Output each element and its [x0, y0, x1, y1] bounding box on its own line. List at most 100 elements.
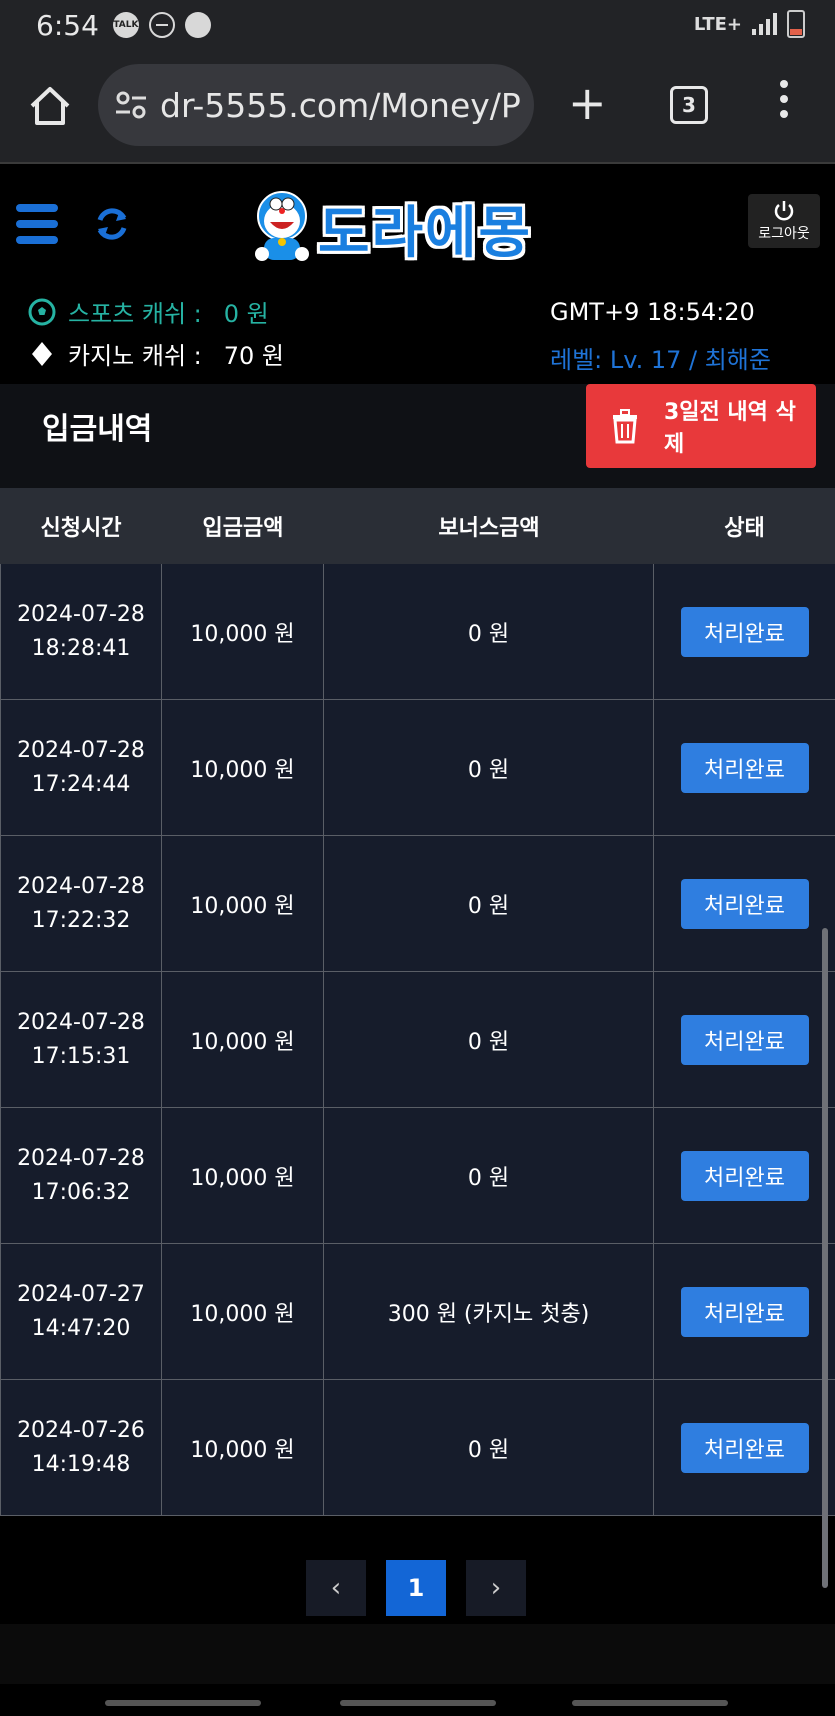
status-cell: 처리완료 — [654, 700, 835, 835]
battery-icon — [787, 10, 805, 38]
deposit-amount-cell: 10,000 원 — [162, 1380, 324, 1515]
table-row: 2024-07-28 17:24:44 10,000 원 0 원 처리완료 — [0, 700, 835, 836]
power-icon — [774, 201, 794, 221]
request-date: 2024-07-28 — [17, 1145, 145, 1171]
bonus-amount-cell: 0 원 — [324, 1380, 654, 1515]
casino-cash-value: 70 원 — [223, 342, 284, 370]
request-time-cell: 2024-07-28 18:28:41 — [0, 564, 162, 699]
deposit-amount-cell: 10,000 원 — [162, 564, 324, 699]
sports-cash-label: 스포츠 캐쉬 : — [68, 300, 202, 328]
page-title: 입금내역 — [42, 412, 153, 447]
status-bar: 6:54 TALK LTE+ — [0, 0, 835, 50]
status-cell: 처리완료 — [654, 1244, 835, 1379]
user-level[interactable]: 레벨: Lv. 17 / 최해준 — [550, 340, 771, 375]
request-clock: 14:19:48 — [31, 1451, 131, 1477]
notification-icons: TALK — [112, 12, 211, 38]
status-badge[interactable]: 처리완료 — [680, 878, 809, 929]
address-bar[interactable]: dr-5555.com/Money/P — [98, 64, 534, 146]
do-not-disturb-icon — [148, 12, 175, 38]
status-right: LTE+ — [694, 10, 805, 38]
request-clock: 17:15:31 — [31, 1043, 131, 1069]
site-header: 도라에몽 로그아웃 스포츠 캐쉬 : 0 원 카지노 캐쉬 : 70 원 GMT… — [0, 164, 835, 384]
deposit-amount-cell: 10,000 원 — [162, 836, 324, 971]
bonus-amount-cell: 0 원 — [324, 972, 654, 1107]
request-time-cell: 2024-07-28 17:22:32 — [0, 836, 162, 971]
prev-page-button[interactable]: ‹ — [306, 1560, 366, 1616]
home-icon[interactable] — [28, 84, 72, 128]
status-badge[interactable]: 처리완료 — [680, 606, 809, 657]
request-time-cell: 2024-07-28 17:15:31 — [0, 972, 162, 1107]
deposit-amount-cell: 10,000 원 — [162, 1108, 324, 1243]
request-date: 2024-07-28 — [17, 737, 145, 763]
refresh-icon[interactable] — [92, 204, 132, 244]
pagination: ‹ 1 › — [306, 1560, 526, 1616]
nav-home-handle[interactable] — [340, 1700, 496, 1706]
request-clock: 17:06:32 — [31, 1179, 131, 1205]
next-page-button[interactable]: › — [466, 1560, 526, 1616]
page-title-row: 입금내역 3일전 내역 삭제 — [0, 384, 835, 488]
request-date: 2024-07-28 — [17, 873, 145, 899]
table-row: 2024-07-27 14:47:20 10,000 원 300 원 (카지노 … — [0, 1244, 835, 1380]
network-type: LTE+ — [693, 13, 742, 35]
request-date: 2024-07-27 — [17, 1281, 145, 1307]
request-date: 2024-07-28 — [17, 1009, 145, 1035]
system-nav-bar — [0, 1686, 835, 1716]
site-logo[interactable]: 도라에몽 — [250, 178, 590, 278]
status-badge[interactable]: 처리완료 — [680, 1286, 809, 1337]
table-row: 2024-07-26 14:19:48 10,000 원 0 원 처리완료 — [0, 1380, 835, 1516]
footer — [0, 1624, 835, 1684]
hamburger-menu-icon[interactable] — [16, 204, 58, 252]
column-header-status: 상태 — [724, 516, 765, 541]
diamond-icon — [32, 341, 52, 366]
request-clock: 18:28:41 — [31, 635, 131, 661]
soccer-ball-icon — [28, 298, 56, 325]
signal-icon — [752, 13, 777, 35]
logo-text: 도라에몽 — [318, 200, 533, 266]
site-settings-icon[interactable] — [114, 88, 148, 122]
page-button-current[interactable]: 1 — [386, 1560, 446, 1616]
nav-back-handle[interactable] — [572, 1700, 728, 1706]
table-header: 신청시간 입금금액 보너스금액 상태 — [0, 488, 835, 564]
bonus-amount-cell: 0 원 — [324, 836, 654, 971]
deposit-amount-cell: 10,000 원 — [162, 700, 324, 835]
request-time-cell: 2024-07-27 14:47:20 — [0, 1244, 162, 1379]
request-date: 2024-07-28 — [17, 601, 145, 627]
column-header-request-time: 신청시간 — [40, 516, 122, 541]
table-row: 2024-07-28 17:15:31 10,000 원 0 원 처리완료 — [0, 972, 835, 1108]
status-badge[interactable]: 처리완료 — [680, 1150, 809, 1201]
request-clock: 17:22:32 — [31, 907, 131, 933]
table-row: 2024-07-28 17:22:32 10,000 원 0 원 처리완료 — [0, 836, 835, 972]
deposit-table: 2024-07-28 18:28:41 10,000 원 0 원 처리완료 20… — [0, 564, 835, 1516]
status-badge[interactable]: 처리완료 — [680, 1014, 809, 1065]
status-cell: 처리완료 — [654, 972, 835, 1107]
page-scrollbar[interactable] — [822, 928, 828, 1588]
status-cell: 처리완료 — [654, 564, 835, 699]
server-clock: GMT+9 18:54:20 — [550, 298, 755, 326]
kakaotalk-icon: TALK — [112, 12, 139, 38]
table-row: 2024-07-28 18:28:41 10,000 원 0 원 처리완료 — [0, 564, 835, 700]
browser-menu-icon[interactable] — [780, 80, 788, 118]
request-time-cell: 2024-07-28 17:24:44 — [0, 700, 162, 835]
url-text: dr-5555.com/Money/P — [160, 85, 520, 125]
status-cell: 처리완료 — [654, 836, 835, 971]
status-cell: 처리완료 — [654, 1108, 835, 1243]
status-badge[interactable]: 처리완료 — [680, 742, 809, 793]
table-row: 2024-07-28 17:06:32 10,000 원 0 원 처리완료 — [0, 1108, 835, 1244]
casino-cash: 카지노 캐쉬 : 70 원 — [28, 336, 284, 371]
delete-history-label: 3일전 내역 삭제 — [663, 400, 796, 457]
browser-toolbar: dr-5555.com/Money/P + 3 — [0, 50, 835, 164]
nav-recents-handle[interactable] — [105, 1700, 261, 1706]
deposit-amount-cell: 10,000 원 — [162, 1244, 324, 1379]
bonus-amount-cell: 0 원 — [324, 1108, 654, 1243]
tab-switcher-button[interactable]: 3 — [670, 86, 708, 124]
chat-bubble-icon — [184, 12, 211, 38]
sports-cash: 스포츠 캐쉬 : 0 원 — [28, 294, 269, 329]
request-time-cell: 2024-07-28 17:06:32 — [0, 1108, 162, 1243]
deposit-amount-cell: 10,000 원 — [162, 972, 324, 1107]
status-time: 6:54 — [36, 8, 99, 42]
status-badge[interactable]: 처리완료 — [680, 1422, 809, 1473]
new-tab-button[interactable]: + — [568, 80, 607, 126]
logout-button[interactable]: 로그아웃 — [748, 194, 820, 248]
delete-history-button[interactable]: 3일전 내역 삭제 — [586, 384, 816, 468]
column-header-deposit-amount: 입금금액 — [202, 516, 284, 541]
